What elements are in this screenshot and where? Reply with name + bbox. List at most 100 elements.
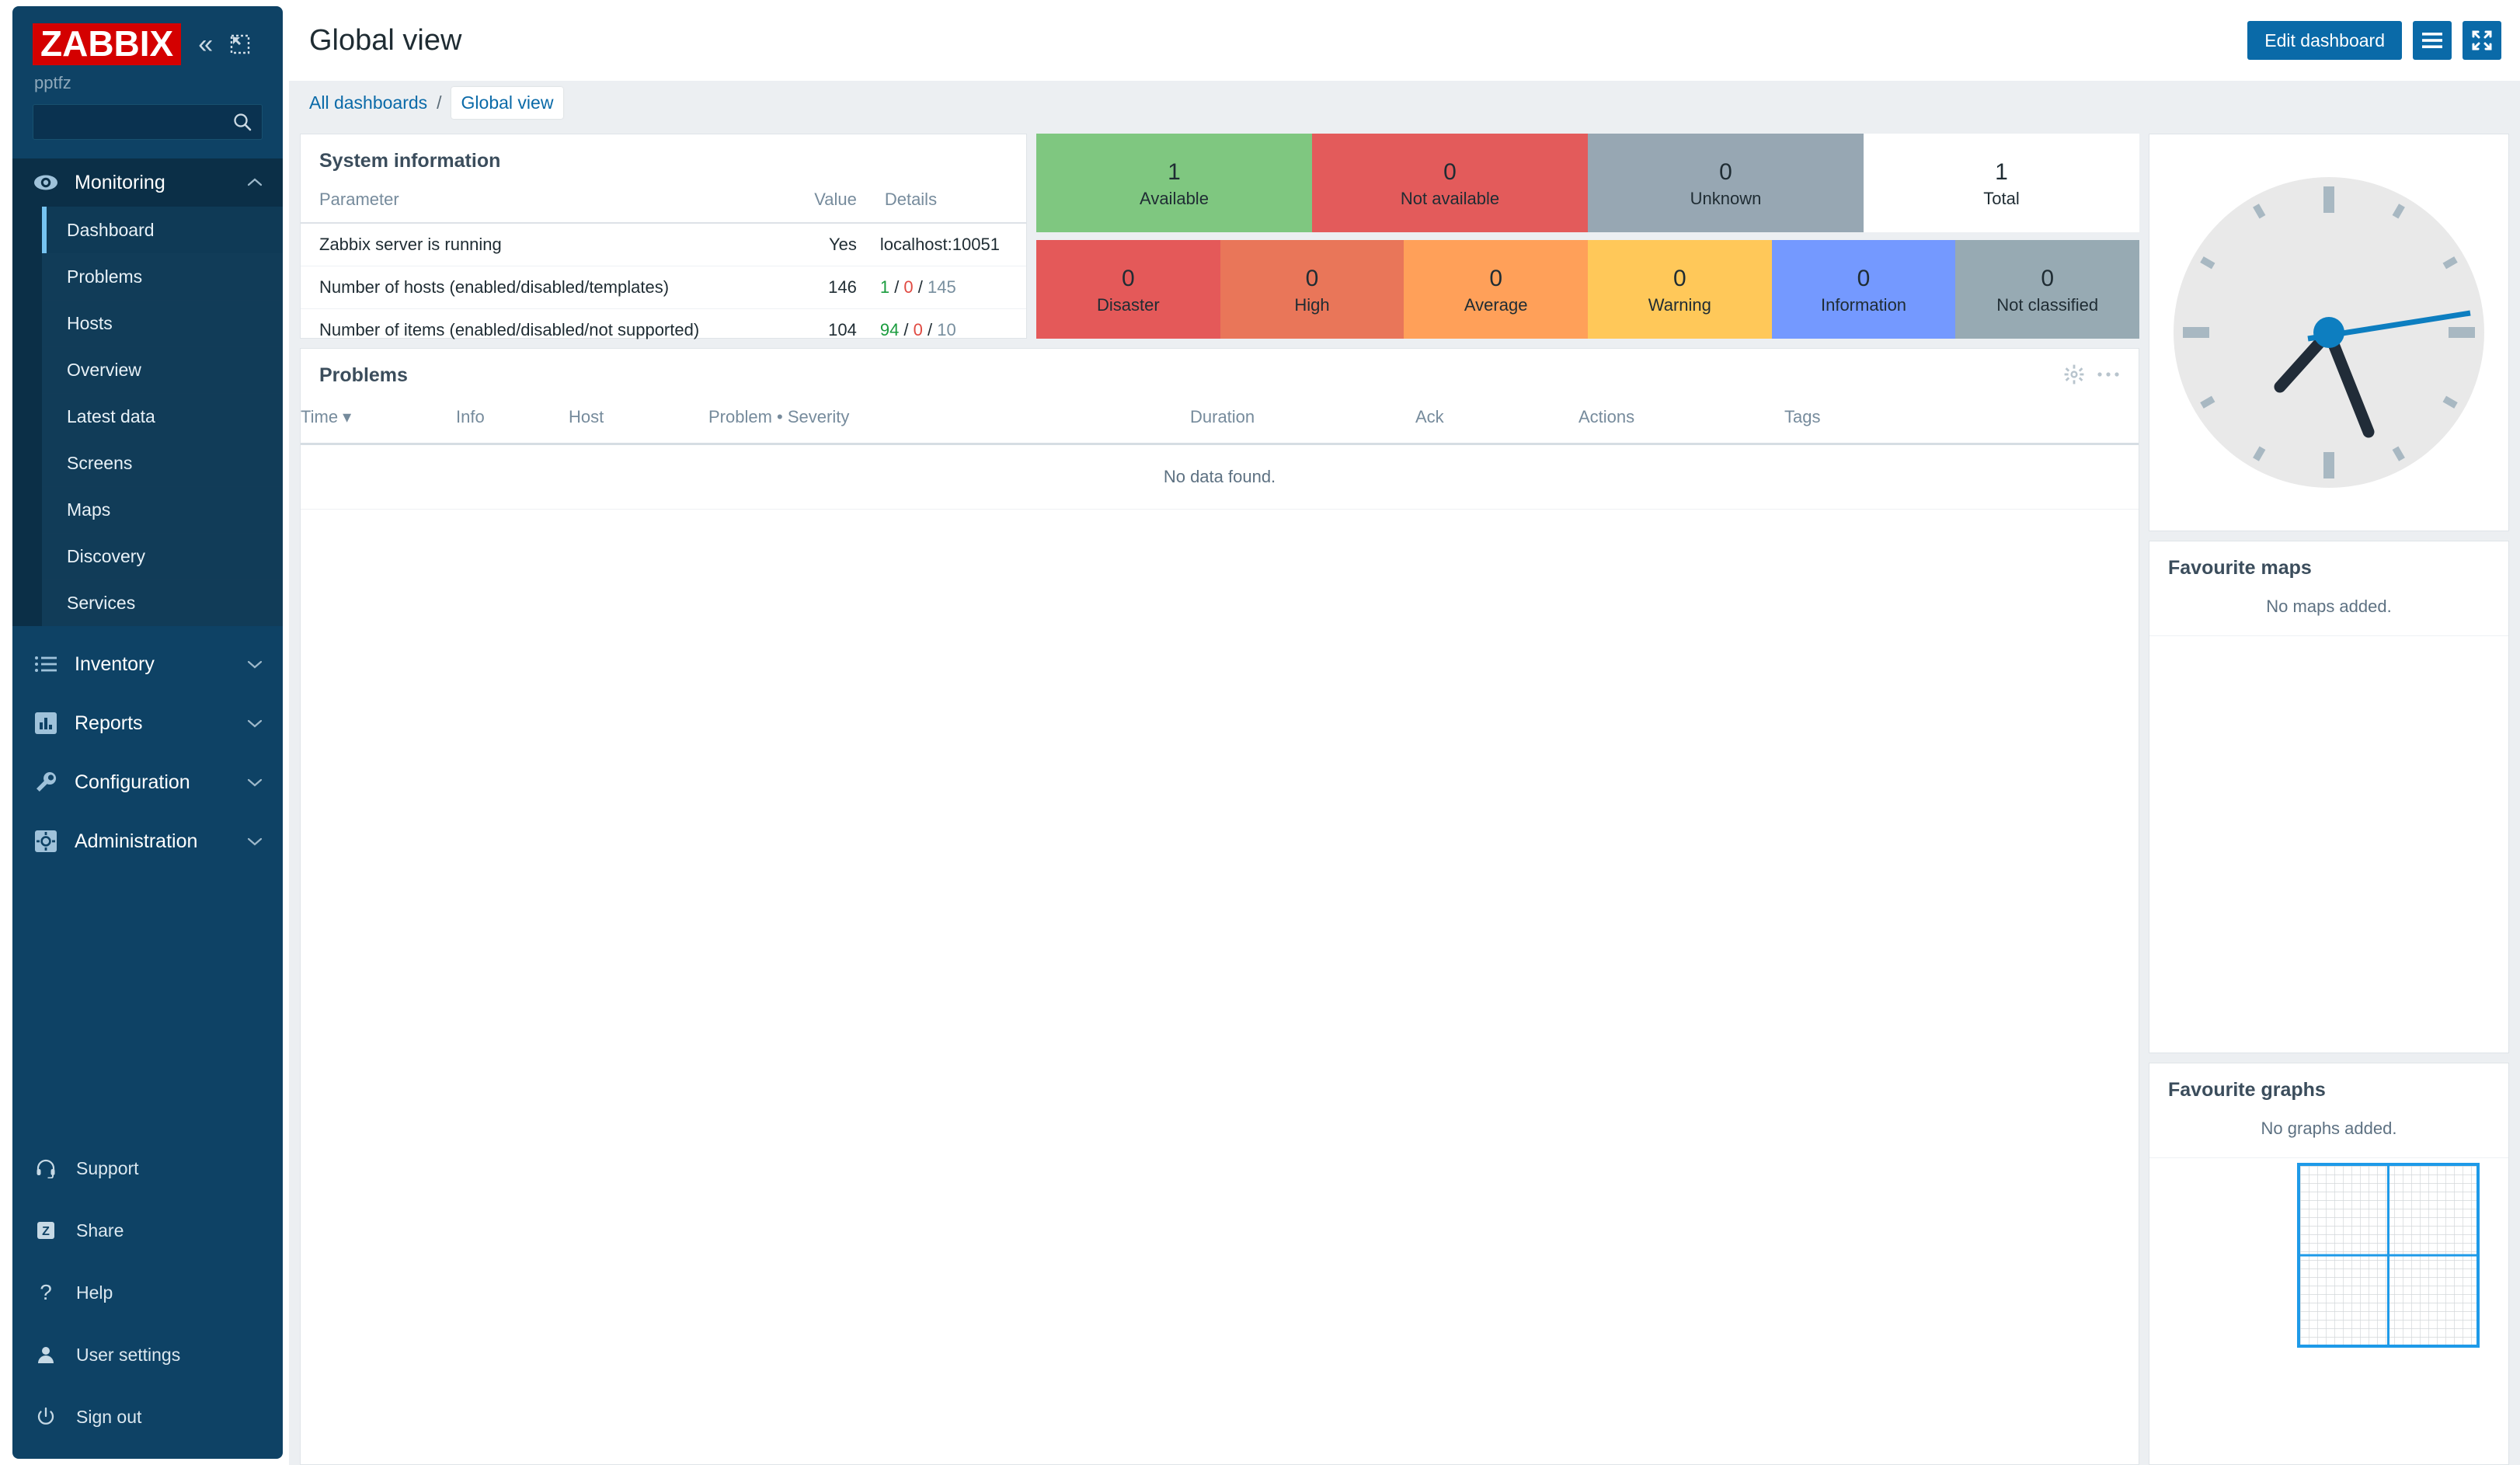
three-dots-icon[interactable] <box>2097 371 2120 378</box>
tile-count: 0 <box>1443 159 1457 186</box>
tile-label: High <box>1294 294 1330 315</box>
sidebar-item-label: Dashboard <box>67 219 155 240</box>
list-icon <box>33 651 59 677</box>
tile-label: Unknown <box>1690 188 1762 208</box>
sidebar-group-label: Administration <box>75 830 198 852</box>
chevron-down-icon[interactable] <box>247 656 263 673</box>
edit-dashboard-button[interactable]: Edit dashboard <box>2247 21 2402 60</box>
row-details: 94 / 0 / 10 <box>865 308 1026 352</box>
search-icon[interactable] <box>232 112 252 132</box>
sidebar-item-overview[interactable]: Overview <box>42 346 283 394</box>
host-tile-unknown[interactable]: 0 Unknown <box>1588 134 1864 232</box>
column-header-time[interactable]: Time ▾ <box>301 399 456 445</box>
sidebar-item-share[interactable]: Z Share <box>12 1199 283 1261</box>
hamburger-menu-icon[interactable] <box>2413 21 2452 60</box>
severity-tile-warning[interactable]: 0 Warning <box>1588 240 1772 339</box>
tile-label: Total <box>1983 188 2020 208</box>
chevron-down-icon[interactable] <box>247 774 263 791</box>
sidebar-item-label: Services <box>67 593 136 614</box>
gear-icon[interactable] <box>2064 364 2084 385</box>
sidebar-item-help[interactable]: ? Help <box>12 1261 283 1324</box>
breadcrumb: All dashboards / Global view <box>289 81 2520 124</box>
severity-tile-information[interactable]: 0 Information <box>1771 240 1956 339</box>
sidebar-group-configuration[interactable]: Configuration <box>12 758 283 806</box>
row-value: 104 <box>787 308 866 352</box>
row-value: 146 <box>787 266 866 309</box>
tile-count: 1 <box>1995 159 2008 186</box>
sidebar-item-label: Overview <box>67 360 141 381</box>
problems-empty-message: No data found. <box>301 444 2139 510</box>
sidebar-item-support[interactable]: Support <box>12 1137 283 1199</box>
host-tile-total[interactable]: 1 Total <box>1864 134 2139 232</box>
sidebar-group-administration[interactable]: Administration <box>12 817 283 865</box>
sidebar-item-label: Maps <box>67 499 111 520</box>
sidebar-item-label: Support <box>76 1157 139 1178</box>
sidebar-item-maps[interactable]: Maps <box>42 486 283 534</box>
double-chevron-left-icon[interactable]: « <box>198 31 213 57</box>
widget-title: Favourite graphs <box>2168 1079 2326 1101</box>
widget-title: Favourite maps <box>2168 557 2312 579</box>
sidebar-username: pptfz <box>34 73 71 93</box>
host-tile-available[interactable]: 1 Available <box>1036 134 1312 232</box>
sidebar-group-reports[interactable]: Reports <box>12 699 283 747</box>
severity-tile-average[interactable]: 0 Average <box>1404 240 1589 339</box>
severity-tile-not-classified[interactable]: 0 Not classified <box>1955 240 2140 339</box>
dashboard-top-row: System information Parameter Value Detai… <box>300 134 2140 480</box>
dashboard-left-column: System information Parameter Value Detai… <box>300 134 2140 1465</box>
sidebar-logo-row: ZABBIX « <box>33 23 263 66</box>
sidebar-header: ZABBIX « pptfz <box>12 6 283 93</box>
severity-tile-high[interactable]: 0 High <box>1220 240 1404 339</box>
sidebar-item-user-settings[interactable]: User settings <box>12 1324 283 1386</box>
row-parameter: Zabbix server is running <box>301 223 788 266</box>
bar-chart-icon <box>33 710 59 736</box>
tile-label: Information <box>1820 294 1907 315</box>
favourite-maps-widget: Favourite maps No maps added. <box>2149 541 2509 1053</box>
breadcrumb-separator: / <box>437 92 442 113</box>
problems-widget-controls <box>2064 349 2139 385</box>
sidebar-group-inventory[interactable]: Inventory <box>12 640 283 688</box>
sidebar-item-problems[interactable]: Problems <box>42 253 283 301</box>
sidebar-item-latest-data[interactable]: Latest data <box>42 393 283 440</box>
column-header-info: Info <box>456 399 569 445</box>
tile-label: Warning <box>1648 294 1711 315</box>
row-parameter: Number of hosts (enabled/disabled/templa… <box>301 266 788 309</box>
widget-title: System information <box>319 150 501 172</box>
sidebar-item-hosts[interactable]: Hosts <box>42 300 283 347</box>
breadcrumb-current[interactable]: Global view <box>451 86 564 119</box>
row-parameter: Number of items (enabled/disabled/not su… <box>301 308 788 352</box>
main-content: Global view Edit dashboard All dashboard… <box>289 0 2520 1465</box>
column-header-details: Details <box>865 185 1026 224</box>
tile-label: Disaster <box>1096 294 1160 315</box>
column-header-host: Host <box>569 399 708 445</box>
sidebar-item-services[interactable]: Services <box>42 579 283 627</box>
row-details: 1 / 0 / 145 <box>865 266 1026 309</box>
sidebar-item-discovery[interactable]: Discovery <box>42 533 283 580</box>
favourite-graphs-empty-message: No graphs added. <box>2149 1114 2508 1158</box>
sidebar: ZABBIX « pptfz Monitoring Dashboard Prob… <box>12 6 283 1459</box>
sidebar-item-dashboard[interactable]: Dashboard <box>42 207 283 254</box>
host-tile-not-available[interactable]: 0 Not available <box>1312 134 1588 232</box>
collapse-view-icon[interactable] <box>230 34 250 54</box>
problems-widget-header: Problems <box>301 349 2139 399</box>
clock-widget <box>2149 134 2509 531</box>
sidebar-item-label: Problems <box>67 266 143 287</box>
breadcrumb-all-dashboards[interactable]: All dashboards <box>309 92 427 113</box>
column-header-value: Value <box>787 185 866 224</box>
sidebar-item-label: Help <box>76 1282 113 1303</box>
sidebar-item-label: Screens <box>67 453 133 474</box>
favourite-maps-empty-message: No maps added. <box>2149 592 2508 636</box>
chevron-up-icon[interactable] <box>247 175 263 191</box>
search-box[interactable] <box>33 104 263 141</box>
sidebar-item-screens[interactable]: Screens <box>42 440 283 487</box>
sidebar-item-sign-out[interactable]: Sign out <box>12 1386 283 1448</box>
expand-arrows-icon[interactable] <box>2463 21 2501 60</box>
chevron-down-icon[interactable] <box>247 833 263 850</box>
search-input[interactable] <box>33 105 262 140</box>
tile-count: 0 <box>1305 266 1319 292</box>
table-row: Number of items (enabled/disabled/not su… <box>301 308 1026 352</box>
severity-tile-disaster[interactable]: 0 Disaster <box>1036 240 1220 339</box>
sidebar-item-label: Sign out <box>76 1406 142 1427</box>
chevron-down-icon[interactable] <box>247 715 263 732</box>
system-information-widget: System information Parameter Value Detai… <box>300 134 1027 480</box>
sidebar-group-monitoring[interactable]: Monitoring <box>12 158 283 207</box>
